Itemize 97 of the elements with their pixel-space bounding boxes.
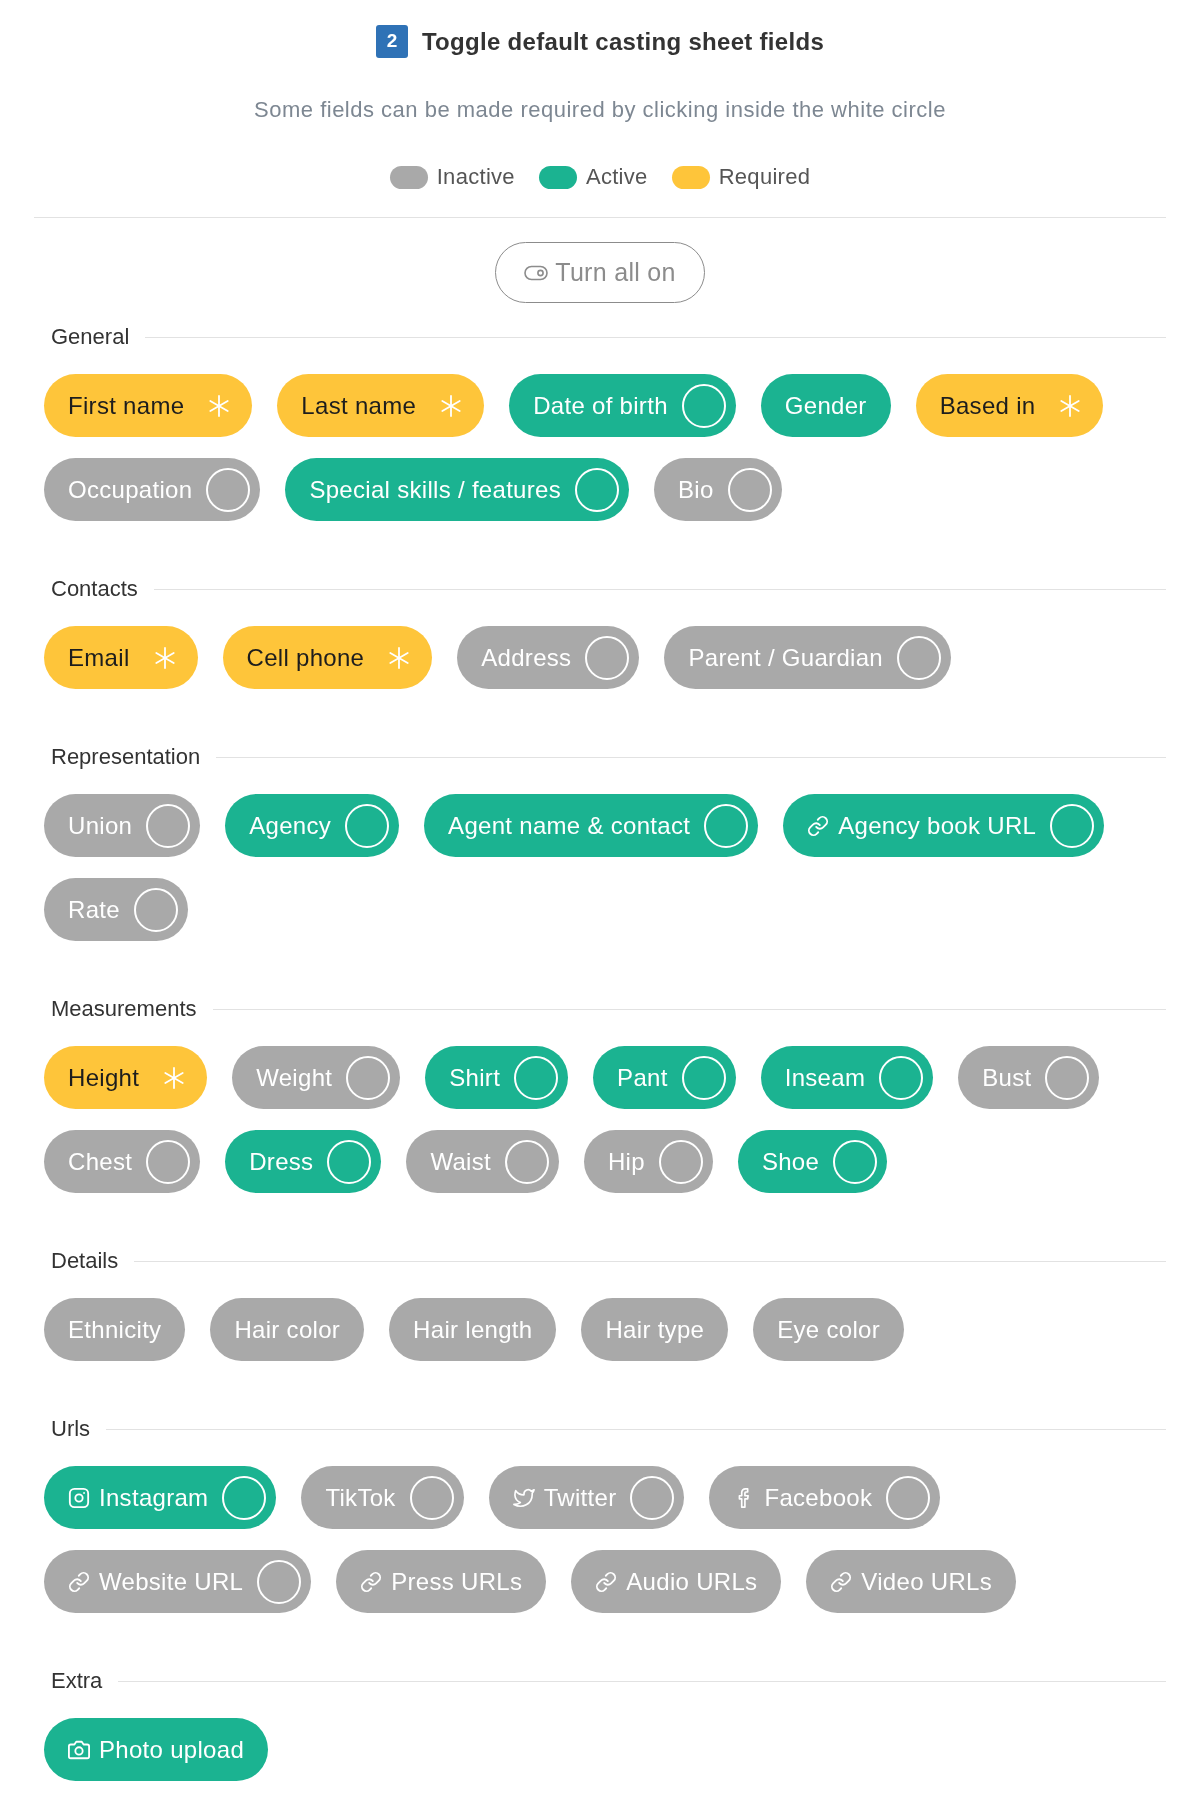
field-toggle[interactable]: Gender (760, 374, 891, 437)
field-toggle[interactable]: Cell phone (222, 626, 433, 689)
ring-icon[interactable] (833, 1139, 878, 1184)
field-toggle[interactable]: Hip (584, 1130, 713, 1193)
field-toggle[interactable]: Hair length (389, 1298, 557, 1361)
toggle-switch-icon (524, 264, 549, 281)
field-toggle[interactable]: Video URLs (806, 1550, 1016, 1613)
field-toggle[interactable]: Special skills / features (285, 458, 629, 521)
step-number: 2 (375, 25, 408, 58)
field-toggle[interactable]: Based in (915, 374, 1104, 437)
field-toggle[interactable]: Bio (654, 458, 782, 521)
field-toggle[interactable]: Website URL (44, 1550, 312, 1613)
ring-icon[interactable] (514, 1055, 559, 1100)
link-icon (360, 1570, 383, 1593)
field-toggle[interactable]: Pant (593, 1046, 736, 1109)
field-toggle[interactable]: Instagram (44, 1466, 277, 1529)
field-toggle[interactable]: Hair type (581, 1298, 729, 1361)
field-toggle[interactable]: Photo upload (44, 1718, 269, 1781)
field-toggle[interactable]: Email (44, 626, 198, 689)
field-toggle[interactable]: Inseam (760, 1046, 934, 1109)
field-toggle[interactable]: Eye color (753, 1298, 904, 1361)
field-toggle[interactable]: Agency (225, 794, 400, 857)
ring-icon[interactable] (206, 467, 251, 512)
field-toggle[interactable]: Height (44, 1046, 208, 1109)
section-heading: General (51, 323, 130, 351)
ring-icon[interactable] (575, 467, 619, 512)
ring-icon[interactable] (1050, 803, 1095, 848)
ring-icon[interactable] (409, 1475, 454, 1520)
field-toggle[interactable]: Date of birth (509, 374, 736, 437)
ring-icon[interactable] (505, 1139, 549, 1184)
asterisk-icon[interactable] (1059, 394, 1082, 417)
field-toggle[interactable]: Agent name & contact (424, 794, 759, 857)
asterisk-icon[interactable] (208, 394, 231, 417)
instagram-icon (68, 1486, 90, 1509)
field-toggle[interactable]: Rate (44, 878, 188, 941)
link-icon (68, 1570, 90, 1593)
section-heading: Urls (51, 1415, 91, 1443)
field-toggle[interactable]: Chest (44, 1130, 201, 1193)
section-title: Toggle default casting sheet fields (421, 27, 825, 57)
field-toggle[interactable]: First name (44, 374, 253, 437)
field-toggle[interactable]: Dress (225, 1130, 382, 1193)
field-toggle[interactable]: Weight (232, 1046, 401, 1109)
turn-all-on-button[interactable]: Turn all on (495, 242, 705, 303)
ring-icon[interactable] (886, 1475, 931, 1520)
section-heading: Measurements (51, 995, 197, 1023)
legend-label: Required (718, 163, 811, 191)
section-heading: Representation (51, 743, 201, 771)
field-toggle[interactable]: Shoe (737, 1130, 888, 1193)
field-toggle[interactable]: TikTok (301, 1466, 464, 1529)
link-icon (807, 814, 830, 837)
ring-icon[interactable] (346, 1055, 391, 1100)
ring-icon[interactable] (681, 383, 726, 428)
asterisk-icon[interactable] (153, 646, 176, 669)
ring-icon[interactable] (896, 635, 941, 680)
field-toggle[interactable]: Facebook (709, 1466, 941, 1529)
field-toggle[interactable]: Address (457, 626, 640, 689)
field-toggle[interactable]: Agency book URL (783, 794, 1105, 857)
ring-icon[interactable] (681, 1055, 726, 1100)
ring-icon[interactable] (1045, 1055, 1090, 1100)
ring-icon[interactable] (327, 1139, 372, 1184)
ring-icon[interactable] (879, 1055, 924, 1100)
ring-icon[interactable] (257, 1559, 302, 1604)
ring-icon[interactable] (146, 1139, 191, 1184)
asterisk-icon[interactable] (388, 646, 411, 669)
link-icon (595, 1570, 618, 1593)
legend-label: Active (585, 163, 648, 191)
field-toggle[interactable]: Waist (406, 1130, 559, 1193)
legend-label: Inactive (436, 163, 515, 191)
ring-icon[interactable] (630, 1475, 675, 1520)
field-toggle[interactable]: Union (44, 794, 201, 857)
camera-icon (68, 1738, 90, 1761)
ring-icon[interactable] (727, 467, 772, 512)
ring-icon[interactable] (133, 887, 178, 932)
field-toggle[interactable]: Last name (277, 374, 485, 437)
section-heading: Details (51, 1247, 119, 1275)
twitter-bird-icon (512, 1486, 535, 1509)
field-toggle[interactable]: Press URLs (336, 1550, 547, 1613)
section-heading: Extra (51, 1667, 103, 1695)
field-toggle[interactable]: Shirt (425, 1046, 569, 1109)
ring-icon[interactable] (658, 1139, 703, 1184)
field-toggle[interactable]: Ethnicity (44, 1298, 186, 1361)
section-heading: Contacts (51, 575, 138, 603)
field-toggle[interactable]: Parent / Guardian (664, 626, 951, 689)
asterisk-icon[interactable] (440, 394, 463, 417)
field-toggle[interactable]: Bust (958, 1046, 1100, 1109)
field-toggle[interactable]: Hair color (210, 1298, 365, 1361)
field-toggle[interactable]: Occupation (44, 458, 261, 521)
ring-icon[interactable] (704, 803, 749, 848)
link-icon (830, 1570, 853, 1593)
field-toggle[interactable]: Audio URLs (571, 1550, 782, 1613)
ring-icon[interactable] (222, 1475, 267, 1520)
ring-icon[interactable] (585, 635, 630, 680)
instruction-text: Some fields can be made required by clicking inside the white circle (254, 96, 946, 124)
ring-icon[interactable] (146, 803, 191, 848)
ring-icon[interactable] (345, 803, 390, 848)
asterisk-icon[interactable] (163, 1066, 186, 1089)
field-toggle[interactable]: Twitter (488, 1466, 685, 1529)
